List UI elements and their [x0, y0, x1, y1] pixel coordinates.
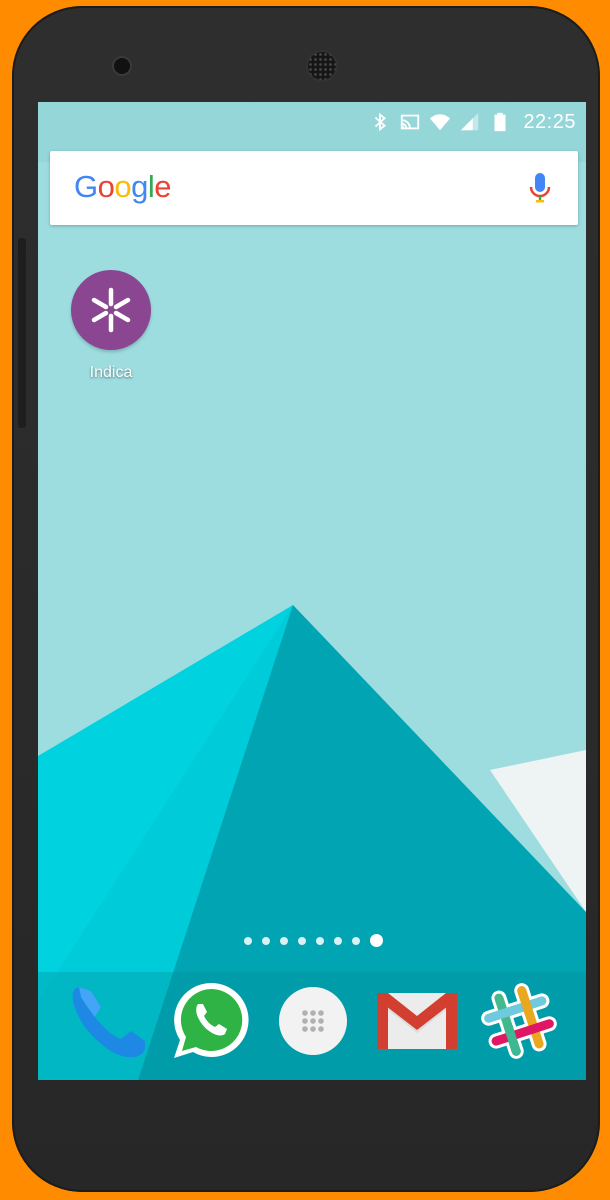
- page-dot[interactable]: [280, 936, 288, 945]
- google-logo: Google: [74, 169, 172, 205]
- battery-icon: [489, 111, 511, 133]
- status-bar: 22:25: [38, 102, 586, 142]
- bluetooth-icon: [369, 111, 391, 133]
- indica-icon-circle: [71, 270, 151, 350]
- dock-gmail[interactable]: [372, 976, 462, 1066]
- page-dot[interactable]: [334, 936, 342, 945]
- dock: [38, 970, 586, 1080]
- wifi-icon: [429, 111, 451, 133]
- phone-icon: [72, 987, 145, 1058]
- app-label-indica: Indica: [89, 364, 133, 381]
- logo-letter: g: [131, 169, 148, 204]
- indica-asterisk-icon: [91, 287, 131, 333]
- logo-letter: o: [97, 169, 115, 204]
- logo-letter: e: [154, 169, 172, 204]
- page-dot[interactable]: [262, 936, 270, 945]
- cast-icon: [399, 111, 421, 133]
- gmail-icon: [377, 993, 457, 1049]
- page-dot[interactable]: [298, 936, 306, 945]
- app-icon-indica[interactable]: Indica: [70, 270, 152, 382]
- dock-whatsapp[interactable]: [166, 976, 256, 1066]
- google-search-bar[interactable]: Google: [50, 151, 578, 225]
- side-button[interactable]: [18, 238, 26, 428]
- logo-letter: G: [74, 169, 98, 204]
- signal-icon: [459, 111, 481, 133]
- dock-phone[interactable]: [62, 976, 152, 1066]
- front-camera: [114, 58, 130, 74]
- page-indicator: [244, 934, 383, 947]
- mic-icon[interactable]: [528, 171, 552, 207]
- page-dot[interactable]: [244, 936, 252, 945]
- dock-slack[interactable]: [474, 976, 564, 1066]
- whatsapp-icon: [174, 982, 249, 1058]
- home-screen: 22:25 Google Indica: [38, 102, 586, 1080]
- earpiece-speaker: [308, 52, 336, 80]
- page-dot[interactable]: [316, 936, 324, 945]
- slack-icon: [481, 983, 557, 1059]
- page-dot[interactable]: [352, 936, 360, 945]
- app-drawer-icon: [279, 987, 347, 1055]
- logo-letter: o: [114, 169, 132, 204]
- status-time: 22:25: [523, 110, 576, 133]
- page-dot-active[interactable]: [370, 934, 383, 947]
- dock-app-drawer[interactable]: [268, 976, 358, 1066]
